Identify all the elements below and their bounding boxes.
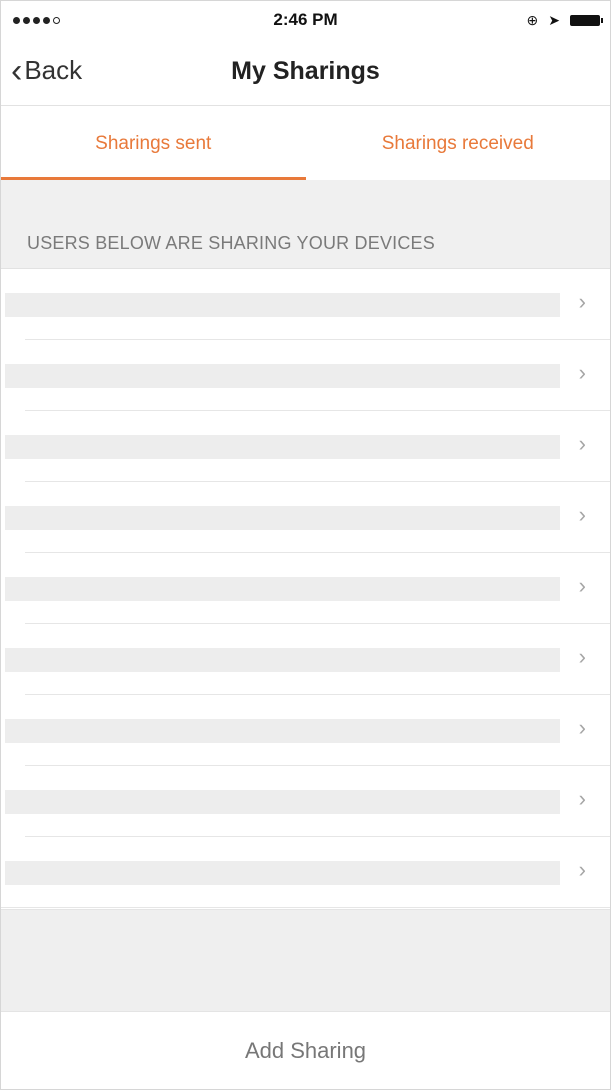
chevron-right-icon: › [578,786,586,811]
page-title: My Sharings [231,57,380,85]
tab-bar: Sharings sent Sharings received [1,106,610,180]
chevron-right-icon: › [578,857,586,882]
list-item[interactable]: › [1,766,610,837]
empty-area [1,909,610,1012]
section-label: USERS BELOW ARE SHARING YOUR DEVICES [27,233,435,253]
list-item[interactable]: › [1,837,610,908]
list-item[interactable]: › [1,340,610,411]
add-sharing-button[interactable]: Add Sharing [1,1011,610,1089]
status-time: 2:46 PM [273,10,338,29]
chevron-right-icon: › [578,644,586,669]
redacted-user-name [5,577,560,601]
battery-icon [570,14,603,26]
redacted-user-name [5,861,560,885]
redacted-user-name [5,435,560,459]
list-item[interactable]: › [1,411,610,482]
list-item[interactable]: › [1,482,610,553]
list-item[interactable]: › [1,624,610,695]
chevron-right-icon: › [578,289,586,314]
list-item[interactable]: › [1,553,610,624]
section-header: USERS BELOW ARE SHARING YOUR DEVICES [1,180,610,269]
redacted-user-name [5,506,560,530]
redacted-user-name [5,648,560,672]
phone-screen: 2:46 PM ⊕ ➤ ‹ Back My Sharings Sharings … [0,0,611,1090]
navigation-bar: ‹ Back My Sharings [1,39,610,106]
chevron-right-icon: › [578,573,586,598]
redacted-user-name [5,719,560,743]
redacted-user-name [5,293,560,317]
redacted-user-name [5,790,560,814]
status-bar: 2:46 PM ⊕ ➤ [1,1,610,39]
redacted-user-name [5,364,560,388]
list-item[interactable]: › [1,269,610,340]
tab-sharings-received[interactable]: Sharings received [306,106,611,180]
chevron-right-icon: › [578,360,586,385]
list-item[interactable]: › [1,695,610,766]
chevron-right-icon: › [578,502,586,527]
chevron-right-icon: › [578,431,586,456]
chevron-right-icon: › [578,715,586,740]
tab-sharings-sent[interactable]: Sharings sent [1,106,306,180]
shared-users-list: › › › › › › › › › [1,269,610,908]
